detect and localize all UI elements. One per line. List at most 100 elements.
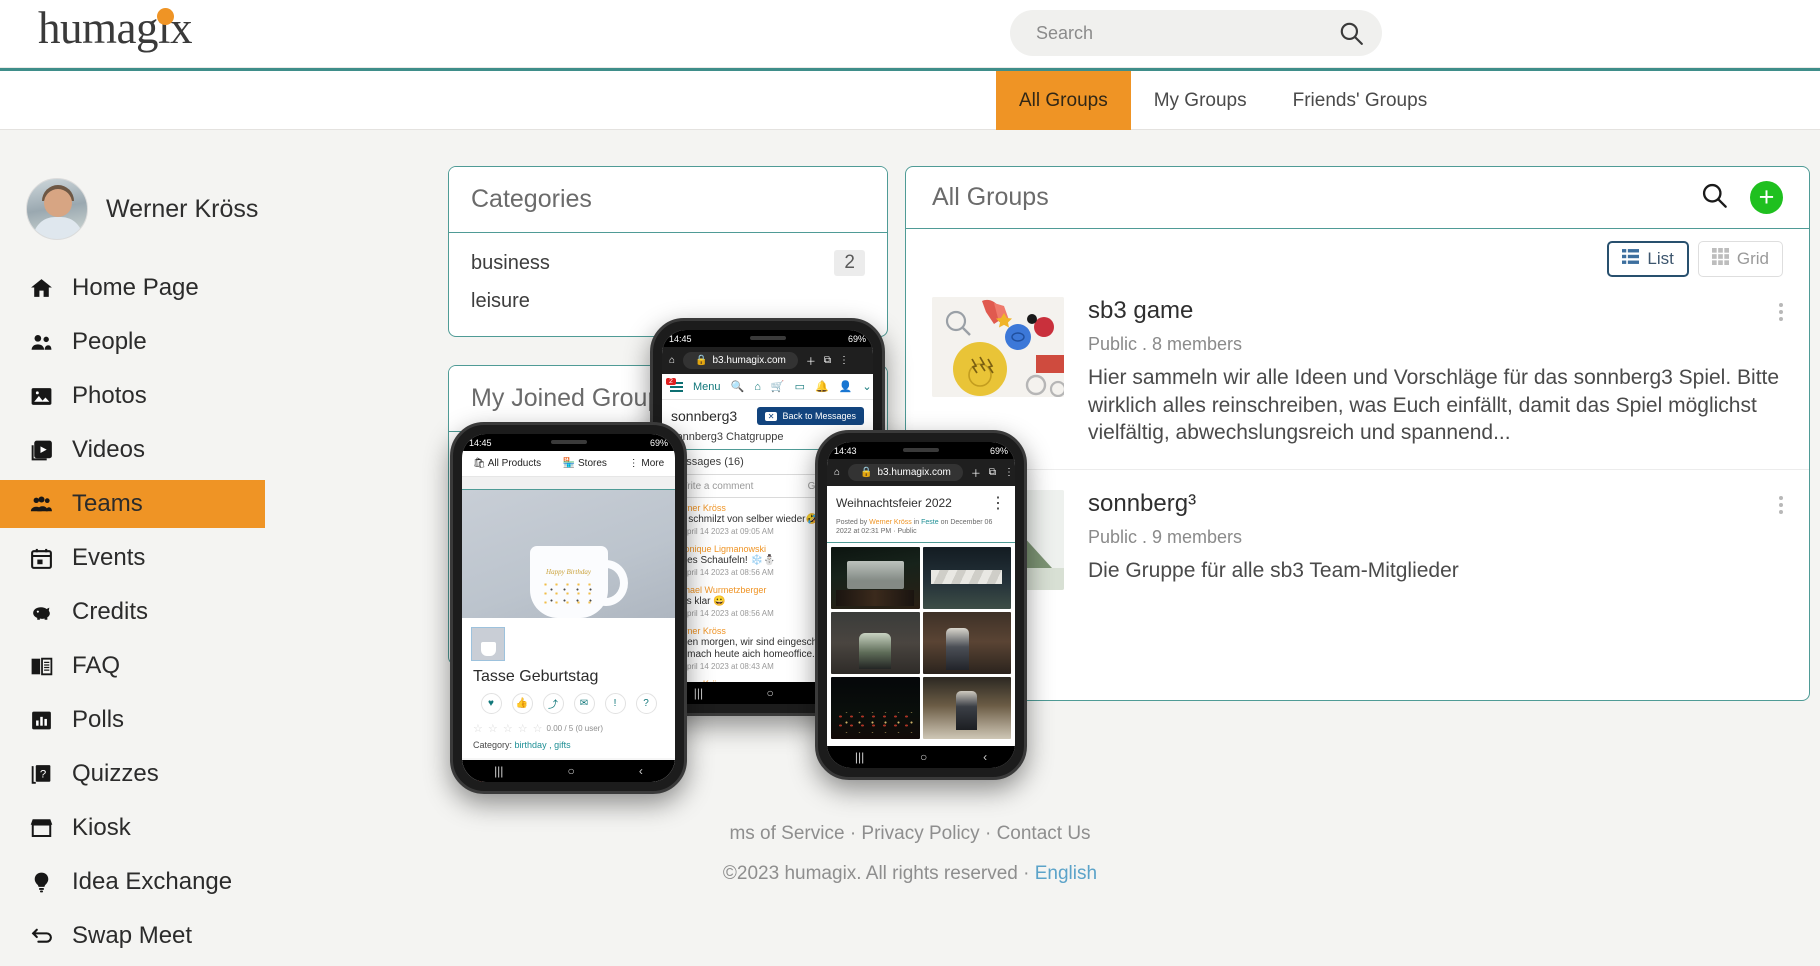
sidebar-profile[interactable]: Werner Kröss [0,130,300,240]
lock-icon: 🔒 [695,355,708,366]
android-recents-icon[interactable]: ||| [694,686,703,700]
sidebar-item-home-page[interactable]: Home Page [0,264,300,312]
browser-new-tab-icon[interactable]: ＋ [806,353,816,368]
like-icon[interactable]: 👍 [511,693,533,714]
add-group-button[interactable]: + [1750,181,1783,214]
view-mode-list-label: List [1647,249,1674,268]
post-group[interactable]: Feste [921,519,939,526]
sidebar-item-teams[interactable]: Teams [0,480,265,528]
email-icon[interactable]: ✉ [573,693,595,714]
category-item-business[interactable]: business 2 [449,243,887,283]
table-row[interactable]: sb3 game Public . 8 members Hier sammeln… [906,277,1809,471]
android-back-icon[interactable]: ‹ [639,764,643,778]
group-name[interactable]: sb3 game [1088,297,1783,325]
view-mode-grid-button[interactable]: Grid [1697,241,1783,277]
view-mode-list-button[interactable]: List [1607,241,1689,277]
browser-home-icon[interactable]: ⌂ [669,355,675,366]
site-avatar-icon[interactable]: 👤 [839,380,853,393]
sidebar-item-videos[interactable]: Videos [0,426,300,474]
browser-tabs-icon[interactable]: ⧉ [824,355,831,366]
report-icon[interactable]: ! [604,693,626,714]
post-photo[interactable] [922,611,1011,674]
sidebar-item-credits[interactable]: Credits [0,588,300,636]
groups-search-icon[interactable] [1700,181,1728,214]
footer-link-terms[interactable]: ms of Service [729,823,844,844]
post-photo[interactable] [922,676,1011,739]
site-notifications-icon[interactable]: 🔔 [815,380,829,393]
android-home-icon[interactable]: ○ [767,686,774,700]
footer-language-selector[interactable]: English [1035,863,1097,884]
sidebar-item-faq[interactable]: FAQ [0,642,300,690]
browser-home-icon[interactable]: ⌂ [834,467,840,478]
post-more-options-icon[interactable]: ⋮ [990,493,1006,513]
shop-tab-all-products[interactable]: 🛍 All Products [473,458,541,469]
sidebar-item-people[interactable]: People [0,318,300,366]
table-row[interactable]: sonnberg³ Public . 9 members Die Gruppe … [906,470,1809,612]
browser-menu-icon[interactable]: ⋮ [839,355,849,366]
grid-icon [1711,248,1729,270]
swap-icon [26,921,56,951]
shop-tab-more[interactable]: ⋮ More [629,458,665,469]
category-item-leisure[interactable]: leisure [449,283,887,320]
browser-tabs-icon[interactable]: ⧉ [989,467,996,478]
sidebar-item-photos[interactable]: Photos [0,372,300,420]
post-photo[interactable] [831,676,920,739]
footer-copyright-row: ©2023 humagix. All rights reserved · Eng… [0,863,1820,885]
post-photo[interactable] [922,546,1011,609]
shop-tab-stores[interactable]: 🏪 Stores [563,458,607,469]
sidebar-item-events[interactable]: Events [0,534,300,582]
android-recents-icon[interactable]: ||| [494,764,503,778]
footer-separator: · [1023,863,1030,884]
browser-url-pill[interactable]: 🔒 b3.humagix.com [848,464,963,481]
global-search[interactable]: Search [1010,10,1382,56]
browser-new-tab-icon[interactable]: ＋ [971,465,981,480]
phone-notch [550,440,587,444]
site-messages-icon[interactable]: ▭ [795,380,805,393]
product-thumbnail[interactable] [471,627,505,661]
post-photo[interactable] [831,611,920,674]
site-home-icon[interactable]: ⌂ [754,381,761,393]
categories-card: Categories business 2 leisure [448,166,888,337]
browser-url-pill[interactable]: 🔒 b3.humagix.com [683,352,798,369]
android-recents-icon[interactable]: ||| [855,750,864,764]
site-cart-icon[interactable]: 🛒 [771,380,785,393]
all-groups-card: All Groups + List Grid sb3 game Public .… [905,166,1810,701]
post-author[interactable]: Werner Kröss [869,519,912,526]
chevron-down-icon[interactable]: ⌄ [862,380,871,393]
group-thumbnail [932,297,1064,397]
group-more-options-icon[interactable] [1779,496,1783,515]
menu-label[interactable]: Menu [693,381,721,393]
android-home-icon[interactable]: ○ [568,764,575,778]
help-icon[interactable]: ? [635,693,657,714]
android-home-icon[interactable]: ○ [920,750,927,764]
all-groups-actions: + [1700,181,1783,214]
browser-url-text: b3.humagix.com [877,467,951,478]
share-icon[interactable]: ⤴ [542,693,564,714]
tab-friends-groups[interactable]: Friends' Groups [1270,71,1451,130]
category-label: business [471,251,550,274]
product-hero-image[interactable]: Happy Birthday [462,490,675,618]
search-icon[interactable] [1338,20,1364,46]
post-photo[interactable] [831,546,920,609]
back-to-messages-button[interactable]: ✕ Back to Messages [756,407,864,425]
group-meta: Public . 9 members [1088,527,1243,548]
browser-menu-icon[interactable]: ⋮ [1004,467,1014,478]
sidebar-item-polls[interactable]: Polls [0,696,300,744]
favorite-icon[interactable]: ♥ [480,693,502,714]
sidebar-item-swap-meet[interactable]: Swap Meet [0,912,300,960]
group-name[interactable]: sonnberg³ [1088,490,1783,518]
product-category-links[interactable]: birthday , gifts [515,740,571,750]
phone-chat-status-bar: 14:45 69% [662,330,873,347]
footer-link-contact[interactable]: Contact Us [997,823,1091,844]
android-back-icon[interactable]: ‹ [983,750,987,764]
sidebar-item-label: Credits [72,598,149,625]
sidebar-item-quizzes[interactable]: ? Quizzes [0,750,300,798]
footer-link-privacy[interactable]: Privacy Policy [861,823,979,844]
sidebar-item-label: Polls [72,706,125,733]
site-search-icon[interactable]: 🔍 [731,380,745,393]
tab-all-groups[interactable]: All Groups [996,71,1131,130]
phone-notch [903,448,939,452]
svg-text:?: ? [39,768,45,780]
tab-my-groups[interactable]: My Groups [1131,71,1270,130]
group-more-options-icon[interactable] [1779,303,1783,321]
